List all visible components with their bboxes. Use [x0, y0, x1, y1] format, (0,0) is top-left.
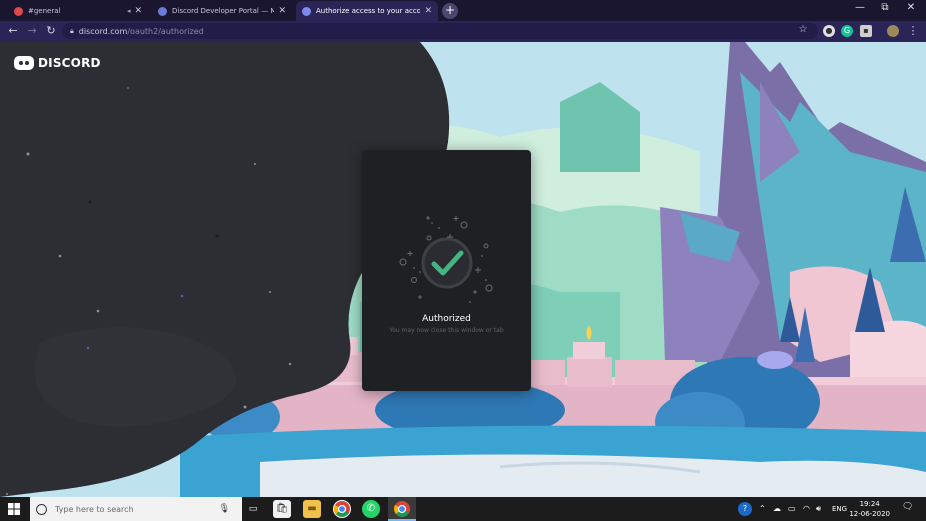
browser-toolbar: ← → ↻ 🔒︎ discord.com/oauth2/authorized ☆…	[0, 21, 926, 42]
cloud-icon[interactable]: ☁	[773, 504, 781, 513]
extension-icon[interactable]: ▪	[860, 25, 872, 37]
profile-avatar[interactable]	[887, 25, 899, 37]
grammarly-icon[interactable]: G	[841, 25, 853, 37]
forward-button[interactable]: →	[25, 24, 39, 37]
browser-menu-icon[interactable]: ⋮	[906, 24, 920, 37]
microphone-icon[interactable]: 🎙︎	[219, 504, 230, 514]
whatsapp-icon[interactable]: ✆	[362, 500, 380, 518]
success-checkmark-icon	[399, 216, 493, 303]
clock-date: 12-06-2020	[849, 510, 890, 518]
windows-start-icon[interactable]	[8, 503, 20, 515]
help-icon[interactable]: ?	[738, 502, 752, 516]
reload-button[interactable]: ↻	[44, 24, 58, 37]
windows-taskbar: Type here to search 🎙︎ ▭ 🛍︎ ▬ ✆ ? ⌃ ☁ ▭ …	[0, 497, 926, 521]
discord-favicon-icon	[14, 6, 23, 16]
extension-icon[interactable]: ●	[823, 25, 835, 37]
tab-general[interactable]: #general ◂ ✕	[8, 1, 148, 21]
volume-icon[interactable]: 🔊︎	[816, 504, 821, 514]
close-window-button[interactable]: ✕	[899, 2, 923, 13]
minimize-button[interactable]: —	[848, 2, 872, 13]
task-view-icon[interactable]: ▭	[244, 500, 262, 518]
modal-subtitle: You may now close this window or tab	[389, 327, 504, 334]
chrome-icon[interactable]	[333, 500, 351, 518]
url-path: /oauth2/authorized	[127, 26, 204, 36]
cortana-icon	[36, 503, 47, 515]
discord-logo[interactable]: DISCORD	[14, 56, 101, 70]
discord-logo-icon	[14, 56, 34, 70]
logo-wordmark: DISCORD	[38, 56, 101, 70]
chevron-up-icon[interactable]: ⌃	[759, 504, 766, 513]
bookmark-star-icon[interactable]: ☆	[796, 24, 810, 35]
wifi-icon[interactable]: ◠	[803, 504, 810, 513]
taskbar-search-input[interactable]: Type here to search 🎙︎	[30, 497, 242, 521]
authorized-modal: Authorized You may now close this window…	[362, 150, 531, 391]
tab-authorize[interactable]: Authorize access to your account ✕	[296, 1, 438, 21]
tab-title: #general	[28, 7, 61, 15]
battery-icon[interactable]: ▭	[788, 504, 796, 513]
tab-developer-portal[interactable]: Discord Developer Portal — My ✕	[152, 1, 292, 21]
notifications-icon[interactable]: 🗨︎	[902, 502, 913, 512]
discord-favicon-icon	[302, 6, 311, 16]
tab-close-icon[interactable]: ✕	[424, 6, 432, 16]
tab-title: Authorize access to your account	[316, 7, 421, 15]
store-icon[interactable]: 🛍︎	[273, 500, 291, 518]
system-clock[interactable]: 19:24 12-06-2020	[849, 499, 890, 519]
url-host: discord.com	[78, 26, 128, 36]
clock-time: 19:24	[859, 500, 880, 508]
discord-favicon-icon	[158, 6, 167, 16]
tab-close-icon[interactable]: ✕	[278, 6, 286, 16]
language-indicator[interactable]: ENG	[832, 505, 847, 513]
search-placeholder: Type here to search	[55, 504, 134, 514]
new-tab-button[interactable]: +	[442, 3, 458, 19]
tab-close-icon[interactable]: ✕	[134, 6, 142, 16]
address-bar[interactable]: 🔒︎ discord.com/oauth2/authorized	[62, 23, 818, 39]
lock-icon[interactable]: 🔒︎	[70, 27, 74, 36]
browser-tab-strip: #general ◂ ✕ Discord Developer Portal — …	[0, 0, 926, 21]
restore-button[interactable]: ⧉	[873, 2, 897, 13]
file-explorer-icon[interactable]: ▬	[303, 500, 321, 518]
modal-title: Authorized	[422, 314, 471, 324]
mute-icon[interactable]: ◂	[127, 7, 131, 15]
back-button[interactable]: ←	[6, 24, 20, 37]
chrome-icon[interactable]	[393, 500, 411, 518]
tab-title: Discord Developer Portal — My	[172, 7, 275, 15]
page-content: DISCORD Authorized You may now close thi…	[0, 42, 926, 497]
